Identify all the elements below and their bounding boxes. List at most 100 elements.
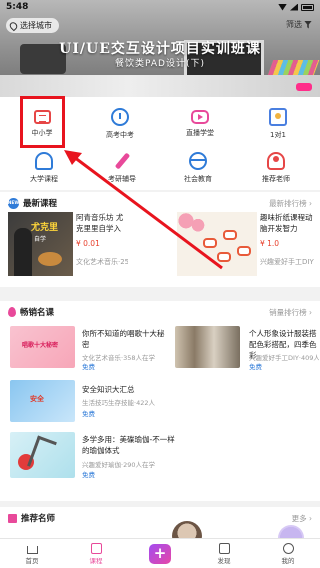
course-title: 阿青音乐坊 尤克里里自学入门第一部 <box>76 213 124 233</box>
exam-icon <box>111 108 129 126</box>
banner-desk-decoration <box>0 75 320 97</box>
thumbnail-text: 尤克里 <box>31 223 59 233</box>
tab-label: 首页 <box>25 556 39 565</box>
category-college[interactable]: 大学课程 <box>4 145 84 189</box>
category-exam[interactable]: 高考中考 <box>80 101 160 145</box>
bestseller-item[interactable]: 多学多用：美碟瑜伽-不一样的瑜伽体式 兴趣爱好瑜伽·290人在学 免费 <box>0 432 320 479</box>
thumbnail-sushi <box>203 238 217 248</box>
category-label: 考研辅导 <box>108 175 136 183</box>
hero-banner[interactable]: UI/UE交互设计项目实训班课 餐饮类PAD设计(下) <box>0 0 320 97</box>
city-selector-label: 选择城市 <box>20 21 52 30</box>
teachers-section: 推荐名师 更多 › <box>0 507 320 538</box>
course-thumbnail: 安全 <box>10 380 75 422</box>
status-time: 5:48 <box>6 2 29 12</box>
course-info: 阿青音乐坊 尤克里里自学入门第一部 ¥ 0.01 文化艺术音乐·25 <box>73 212 128 276</box>
thumbnail-text: 安全 <box>30 395 44 403</box>
teacher-flag-icon <box>8 513 17 523</box>
course-free-badge: 免费 <box>82 410 95 418</box>
category-label: 推荐老师 <box>262 175 290 183</box>
new-courses-header: NEW 最新课程 最新排行榜 › <box>0 192 320 214</box>
filter-button[interactable]: 筛选 <box>286 19 312 30</box>
course-free-badge: 免费 <box>249 363 262 371</box>
section-title: 推荐名师 <box>21 514 56 524</box>
thumbnail-sushi <box>217 252 231 262</box>
course-price: ¥ 1.0 <box>260 239 280 248</box>
category-live[interactable]: 直播学堂 <box>160 101 240 145</box>
category-label: 1对1 <box>270 131 286 139</box>
app-screen: UI/UE交互设计项目实训班课 餐饮类PAD设计(下) 5:48 选择城市 筛选… <box>0 0 320 568</box>
banner-subtitle: 餐饮类PAD设计(下) <box>115 59 205 69</box>
bestseller-item[interactable]: 安全 安全知识大汇总 生活技巧生存技能·422人 免费 <box>0 380 320 424</box>
course-title: 趣味折纸课程动脑开发智力 <box>260 213 313 233</box>
thumbnail-sushi <box>223 230 237 240</box>
city-selector[interactable]: 选择城市 <box>6 18 59 33</box>
thumbnail-yoga-figure <box>27 435 57 473</box>
filter-label: 筛选 <box>286 20 302 29</box>
course-category: 兴趣爱好手工DIY <box>260 258 314 266</box>
live-icon <box>191 110 209 124</box>
category-postgraduate[interactable]: 考研辅导 <box>82 145 162 189</box>
banner-title: UI/UE交互设计项目实训班课 <box>59 41 261 57</box>
banner-sticker-decoration <box>296 83 312 91</box>
filter-icon <box>304 20 312 29</box>
course-info: 趣味折纸课程动脑开发智力 ¥ 1.0 兴趣爱好手工DIY <box>257 212 317 276</box>
course-thumbnail <box>175 326 240 368</box>
course-title: 安全知识大汇总 <box>82 385 135 394</box>
tab-add[interactable]: + <box>128 539 192 568</box>
home-icon <box>26 545 38 554</box>
course-icon <box>90 542 102 554</box>
flame-icon <box>8 307 16 317</box>
category-one-on-one[interactable]: 1对1 <box>238 101 318 145</box>
category-social-education[interactable]: 社会教育 <box>158 145 238 189</box>
tab-label: 发现 <box>217 556 231 565</box>
tab-label: 我的 <box>281 556 295 565</box>
new-ranking-link[interactable]: 最新排行榜 › <box>269 198 312 209</box>
profile-icon <box>282 542 294 554</box>
one-on-one-icon <box>269 108 287 126</box>
category-label: 大学课程 <box>30 175 58 183</box>
category-label: 高考中考 <box>106 131 134 139</box>
battery-icon <box>301 3 314 11</box>
course-free-badge: 免费 <box>82 471 95 479</box>
more-teachers-link[interactable]: 更多 › <box>292 513 312 524</box>
thumbnail-guitar <box>38 252 62 266</box>
tab-profile[interactable]: 我的 <box>256 539 320 568</box>
add-icon[interactable]: + <box>149 543 171 564</box>
course-title: 多学多用：美碟瑜伽-不一样的瑜伽体式 <box>82 435 175 455</box>
course-thumbnail <box>177 212 257 276</box>
bottom-tab-bar: 首页 课程 + 发现 我的 <box>0 538 320 568</box>
thumbnail-blossom <box>177 212 207 234</box>
tab-course[interactable]: 课程 <box>64 539 128 568</box>
new-badge-icon: NEW <box>8 197 19 209</box>
social-education-icon <box>189 152 207 170</box>
location-pin-icon <box>8 20 19 31</box>
course-thumbnail: 尤克里 自学 <box>8 212 73 276</box>
course-category: 文化艺术音乐·25 <box>76 258 128 266</box>
course-meta: 兴趣爱好瑜伽·290人在学 <box>82 461 155 469</box>
section-title: 最新课程 <box>23 199 58 209</box>
category-label: 社会教育 <box>184 175 212 183</box>
course-meta: 生活技巧生存技能·422人 <box>82 399 155 407</box>
new-course-card[interactable]: 尤克里 自学 阿青音乐坊 尤克里里自学入门第一部 ¥ 0.01 文化艺术音乐·2… <box>8 212 128 276</box>
sales-ranking-link[interactable]: 销量排行榜 › <box>269 307 312 318</box>
course-thumbnail <box>10 432 75 478</box>
wifi-icon <box>278 3 287 11</box>
highlight-box <box>20 96 65 148</box>
discover-icon <box>218 542 230 554</box>
tab-home[interactable]: 首页 <box>0 539 64 568</box>
new-course-card[interactable]: 趣味折纸课程动脑开发智力 ¥ 1.0 兴趣爱好手工DIY <box>177 212 317 276</box>
college-icon <box>35 152 53 170</box>
thumbnail-person <box>14 228 32 276</box>
thumbnail-subtext: 自学 <box>34 236 47 243</box>
category-label: 直播学堂 <box>186 129 214 137</box>
section-title: 畅销名课 <box>20 308 55 318</box>
tab-label: 课程 <box>89 556 103 565</box>
teachers-header: 推荐名师 更多 › <box>0 507 320 529</box>
bestseller-item[interactable]: 个人形象设计服装搭配色彩搭配，四季色彩 兴趣爱好手工DIY·409人 免费 <box>0 326 320 371</box>
recommended-teacher-icon <box>267 152 285 170</box>
category-recommended-teacher[interactable]: 推荐老师 <box>236 145 316 189</box>
status-icons <box>278 3 314 11</box>
tab-discover[interactable]: 发现 <box>192 539 256 568</box>
course-price: ¥ 0.01 <box>76 239 100 248</box>
status-bar: 5:48 <box>0 0 320 14</box>
